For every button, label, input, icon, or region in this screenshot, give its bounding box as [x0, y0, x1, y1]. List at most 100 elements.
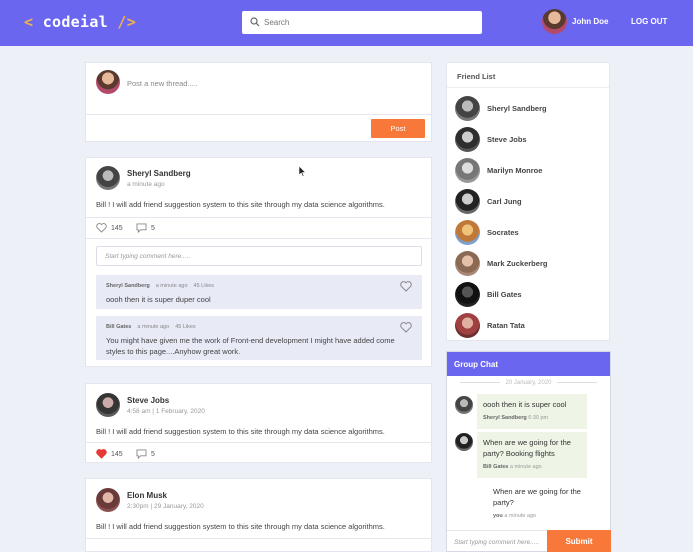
cursor-icon: [299, 166, 307, 177]
chat-message-author: you: [493, 513, 503, 519]
friend-item[interactable]: Marilyn Monroe: [455, 158, 605, 186]
post-button[interactable]: Post: [371, 119, 425, 138]
comment-meta: Sheryl Sandberg a minute ago 45 Likes: [106, 283, 214, 289]
like-button[interactable]: 145: [96, 223, 123, 233]
like-button[interactable]: 145: [96, 449, 123, 459]
like-count: 145: [111, 450, 123, 458]
chat-message-meta: Sheryl Sandberg 6:30 pm: [483, 413, 581, 424]
logo[interactable]: < codeial />: [24, 13, 136, 31]
post-text: Bill ! I will add friend suggestion syst…: [96, 200, 385, 209]
friend-name: Mark Zuckerberg: [487, 259, 548, 268]
comment-input[interactable]: Start typing comment here.....: [96, 246, 422, 266]
friend-item[interactable]: Bill Gates: [455, 282, 605, 310]
friend-list-title: Friend List: [457, 72, 496, 81]
comment-count: 5: [151, 224, 155, 232]
friend-avatar: [455, 96, 480, 121]
post-divider: [86, 217, 431, 218]
post-author-avatar[interactable]: [96, 166, 120, 190]
comment-time: a minute ago: [137, 324, 170, 330]
chat-submit-button[interactable]: Submit: [547, 530, 611, 552]
chat-avatar: [455, 433, 473, 451]
composer-avatar: [96, 70, 120, 94]
comment-meta: Bill Gates a minute ago 45 Likes: [106, 324, 196, 330]
chat-message-meta: you a minute ago: [493, 511, 591, 522]
composer-divider: [86, 114, 431, 115]
post-card: Sheryl Sandberg a minute ago Bill ! I wi…: [85, 157, 432, 367]
user-name[interactable]: John Doe: [572, 17, 608, 26]
friend-name: Socrates: [487, 228, 519, 237]
logo-text: codeial: [42, 13, 109, 31]
post-input[interactable]: Post a new thread.....: [127, 79, 198, 88]
comment-icon: [136, 449, 147, 459]
post-text: Bill ! I will add friend suggestion syst…: [96, 427, 385, 436]
friend-item[interactable]: Sheryl Sandberg: [455, 96, 605, 124]
heart-icon[interactable]: [400, 281, 412, 292]
post-author-avatar[interactable]: [96, 488, 120, 512]
friend-name: Marilyn Monroe: [487, 166, 543, 175]
comment-button[interactable]: 5: [136, 449, 155, 459]
friend-avatar: [455, 158, 480, 183]
heart-icon: [96, 223, 107, 233]
friend-avatar: [455, 127, 480, 152]
chat-message: When are we going for the party? Booking…: [477, 432, 587, 478]
comment-author[interactable]: Bill Gates: [106, 324, 131, 330]
search-icon: [250, 17, 260, 27]
comment-item: Bill Gates a minute ago 45 Likes You might…: [96, 316, 422, 360]
friend-avatar: [455, 313, 480, 338]
post-author[interactable]: Sheryl Sandberg: [127, 169, 191, 178]
friend-name: Sheryl Sandberg: [487, 104, 547, 113]
search-box[interactable]: [242, 11, 482, 34]
heart-icon[interactable]: [400, 322, 412, 333]
post-divider: [86, 442, 431, 443]
like-count: 145: [111, 224, 123, 232]
friend-list-divider: [447, 87, 609, 88]
chat-date: 20 January, 2020: [447, 380, 610, 386]
friend-avatar: [455, 251, 480, 276]
search-input[interactable]: [264, 14, 474, 31]
logout-button[interactable]: LOG OUT: [631, 17, 667, 26]
chat-date-text: 20 January, 2020: [505, 380, 552, 386]
friend-name: Bill Gates: [487, 290, 522, 299]
friend-item[interactable]: Mark Zuckerberg: [455, 251, 605, 279]
post-author[interactable]: Elon Musk: [127, 491, 167, 500]
comment-time: a minute ago: [155, 283, 188, 289]
post-card: Elon Musk 2:30pm | 29 January, 2020 Bill…: [85, 478, 432, 552]
chat-message-text: When are we going for the party?: [493, 487, 581, 507]
friend-name: Steve Jobs: [487, 135, 527, 144]
logo-close-bracket: />: [117, 13, 137, 31]
chat-message-text: oooh then it is super cool: [483, 400, 567, 409]
comment-text: oooh then it is super duper cool: [106, 295, 211, 304]
heart-icon: [96, 449, 107, 459]
friend-item[interactable]: Carl Jung: [455, 189, 605, 217]
comment-likes: 45 Likes: [193, 283, 215, 289]
chat-message-text: When are we going for the party? Booking…: [483, 438, 571, 458]
friend-avatar: [455, 189, 480, 214]
chat-avatar: [455, 396, 473, 414]
post-divider: [86, 238, 431, 239]
friend-item[interactable]: Ratan Tata: [455, 313, 605, 341]
post-text: Bill ! I will add friend suggestion syst…: [96, 522, 385, 531]
comment-icon: [136, 223, 147, 233]
comment-author[interactable]: Sheryl Sandberg: [106, 283, 150, 289]
friend-list: Friend List Sheryl Sandberg Steve Jobs M…: [446, 62, 610, 341]
user-avatar[interactable]: [542, 9, 567, 34]
post-composer: Post a new thread..... Post: [85, 62, 432, 142]
comment-likes: 45 Likes: [175, 324, 196, 330]
top-navbar: < codeial /> John Doe LOG OUT: [0, 0, 693, 46]
comment-button[interactable]: 5: [136, 223, 155, 233]
friend-avatar: [455, 220, 480, 245]
post-author[interactable]: Steve Jobs: [127, 396, 169, 405]
friend-item[interactable]: Socrates: [455, 220, 605, 248]
friend-name: Carl Jung: [487, 197, 522, 206]
friend-item[interactable]: Steve Jobs: [455, 127, 605, 155]
chat-message-time: a minute ago: [509, 464, 542, 470]
post-time: 4:58 am | 1 February, 2020: [127, 408, 205, 415]
chat-message-time: a minute ago: [504, 513, 537, 519]
chat-input[interactable]: Start typing comment here.....: [447, 530, 547, 552]
friend-name: Ratan Tata: [487, 321, 525, 330]
group-chat: Group Chat 20 January, 2020 oooh then it…: [446, 351, 611, 552]
group-chat-title[interactable]: Group Chat: [447, 352, 610, 376]
post-author-avatar[interactable]: [96, 393, 120, 417]
chat-message-author: Sheryl Sandberg: [483, 415, 527, 421]
chat-message-time: 6:30 pm: [528, 415, 549, 421]
